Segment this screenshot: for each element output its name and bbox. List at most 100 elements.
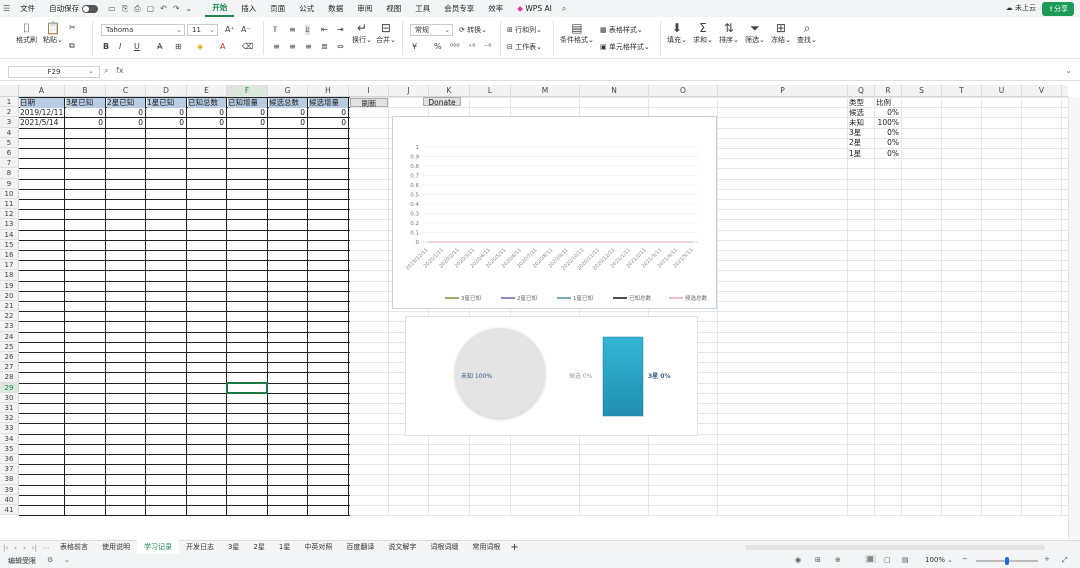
column-header-b[interactable]: B [65, 85, 106, 97]
summary-header-cell[interactable]: 类型 [849, 98, 874, 108]
zoom-slider-handle[interactable] [1005, 557, 1009, 565]
row-header-24[interactable]: 24 [0, 331, 19, 342]
table-header-cell[interactable]: 已知增量 [228, 97, 267, 108]
fullscreen-icon[interactable]: ⤢ [1062, 556, 1068, 565]
table-cell[interactable]: 0 [228, 118, 267, 128]
row-header-30[interactable]: 30 [0, 392, 19, 403]
number-format-select[interactable]: 常规 ⌄ [410, 24, 453, 36]
tab-data[interactable]: 数据 [321, 3, 350, 14]
summary-cell[interactable]: 3星 [849, 128, 874, 138]
table-style-button[interactable]: ▦ 表格样式⌄ [600, 25, 643, 35]
table-cell[interactable]: 2021/5/14 [20, 118, 64, 128]
fill-color-icon[interactable]: ◈ [197, 42, 203, 51]
row-header-35[interactable]: 35 [0, 443, 19, 454]
first-sheet-icon[interactable]: |‹ [0, 544, 11, 552]
table-cell[interactable]: 0 [269, 118, 307, 128]
row-header-37[interactable]: 37 [0, 464, 19, 475]
column-header-h[interactable]: H [308, 85, 349, 97]
tab-home[interactable]: 开始 [205, 0, 235, 17]
column-header-t[interactable]: T [942, 85, 982, 97]
filter-button[interactable]: ⏷ 筛选⌄ [745, 21, 765, 45]
add-sheet-icon[interactable]: + [507, 542, 521, 553]
underline-icon[interactable]: U [134, 42, 140, 51]
row-header-2[interactable]: 2 [0, 107, 19, 118]
zoom-in-icon[interactable]: + [1044, 555, 1050, 563]
summary-cell[interactable]: 2星 [849, 138, 874, 148]
row-header-5[interactable]: 5 [0, 137, 19, 148]
tab-review[interactable]: 审阅 [350, 3, 379, 14]
table-cell[interactable]: 0 [309, 118, 348, 128]
cut-icon[interactable]: ✂ [69, 23, 76, 32]
selected-cell[interactable] [226, 381, 268, 394]
currency-icon[interactable]: ¥ [412, 42, 417, 51]
donate-button[interactable]: Donate [423, 97, 461, 107]
column-header-k[interactable]: K [429, 85, 470, 97]
table-cell[interactable]: 0 [269, 108, 307, 118]
row-header-22[interactable]: 22 [0, 311, 19, 322]
copy-icon[interactable]: ⧉ [69, 41, 75, 51]
column-header-v[interactable]: V [1022, 85, 1062, 97]
row-header-15[interactable]: 15 [0, 239, 19, 250]
row-header-27[interactable]: 27 [0, 362, 19, 373]
column-header-l[interactable]: L [470, 85, 511, 97]
tab-page[interactable]: 页面 [263, 3, 292, 14]
row-header-21[interactable]: 21 [0, 301, 19, 312]
row-header-16[interactable]: 16 [0, 250, 19, 261]
align-bottom-icon[interactable]: ⫫ [305, 25, 310, 35]
file-menu[interactable]: 文件 [13, 3, 42, 14]
autosave-toggle[interactable] [82, 5, 99, 13]
more-sheets-icon[interactable]: ⋯ [40, 544, 53, 552]
row-header-1[interactable]: 1 [0, 97, 19, 108]
horizontal-scrollbar[interactable] [745, 545, 1045, 550]
page-layout-icon[interactable]: ▢ [884, 556, 891, 564]
column-header-a[interactable]: A [19, 85, 65, 97]
indent-decrease-icon[interactable]: ⇤ [321, 25, 328, 34]
table-header-cell[interactable]: 候选总数 [269, 97, 307, 108]
save-icon[interactable]: ▭ [105, 4, 119, 13]
column-header-c[interactable]: C [106, 85, 146, 97]
table-cell[interactable]: 0 [107, 118, 145, 128]
row-header-28[interactable]: 28 [0, 372, 19, 383]
indent-increase-icon[interactable]: ⇥ [337, 25, 344, 34]
row-header-33[interactable]: 33 [0, 423, 19, 434]
column-header-r[interactable]: R [875, 85, 902, 97]
prev-sheet-icon[interactable]: ‹ [11, 544, 20, 552]
table-cell[interactable]: 0 [107, 108, 145, 118]
edit-restricted-label[interactable]: 编辑受限 [8, 556, 36, 566]
pie-chart[interactable]: 未知 100% 候选 0% 3星 0% [405, 316, 698, 436]
table-cell[interactable]: 2019/12/11 [20, 108, 64, 118]
wrap-button[interactable]: ↵ 换行⌄ [352, 21, 372, 45]
row-header-41[interactable]: 41 [0, 505, 19, 516]
macro-icon[interactable]: ⚙ [47, 556, 53, 564]
row-header-11[interactable]: 11 [0, 199, 19, 210]
percent-icon[interactable]: % [434, 42, 442, 51]
table-cell[interactable]: 0 [188, 108, 226, 118]
row-header-3[interactable]: 3 [0, 117, 19, 128]
next-sheet-icon[interactable]: › [20, 544, 29, 552]
chevron-down-icon[interactable]: ⌄ [88, 67, 94, 75]
tab-formula[interactable]: 公式 [292, 3, 321, 14]
worksheet-button[interactable]: ⊟ 工作表⌄ [507, 42, 542, 52]
tab-efficiency[interactable]: 效率 [481, 3, 510, 14]
row-header-20[interactable]: 20 [0, 290, 19, 301]
cloud-status[interactable]: ☁ 未上云 [1006, 3, 1036, 13]
tab-insert[interactable]: 插入 [234, 3, 263, 14]
align-right-icon[interactable]: ≡ [305, 42, 312, 51]
thousands-icon[interactable]: ⁰⁰⁰ [450, 42, 460, 51]
export-icon[interactable]: ⎘ [119, 4, 131, 14]
menu-icon[interactable]: ☰ [0, 4, 13, 13]
last-sheet-icon[interactable]: ›| [29, 544, 40, 552]
row-header-12[interactable]: 12 [0, 209, 19, 220]
merge-button[interactable]: ⊟ 合并⌄ [376, 21, 396, 45]
decimal-increase-icon[interactable]: ⁺⁰ [468, 42, 475, 51]
font-grow-icon[interactable]: A⁺ [225, 25, 235, 34]
row-header-23[interactable]: 23 [0, 321, 19, 332]
line-chart[interactable]: 1 0.9 0.8 0.7 0.6 0.5 0.4 0.3 0.2 0.1 0 2019/12/11 2… [392, 116, 717, 309]
column-header-m[interactable]: M [511, 85, 580, 97]
zoom-out-icon[interactable]: − [962, 555, 968, 563]
autosave-label[interactable]: 自动保存 [42, 3, 105, 14]
column-header-q[interactable]: Q [848, 85, 875, 97]
cell-style-button[interactable]: ▣ 单元格样式⌄ [600, 42, 650, 52]
fill-button[interactable]: ⬇ 填充⌄ [667, 21, 687, 45]
find-button[interactable]: ⌕ 查找⌄ [797, 21, 817, 45]
